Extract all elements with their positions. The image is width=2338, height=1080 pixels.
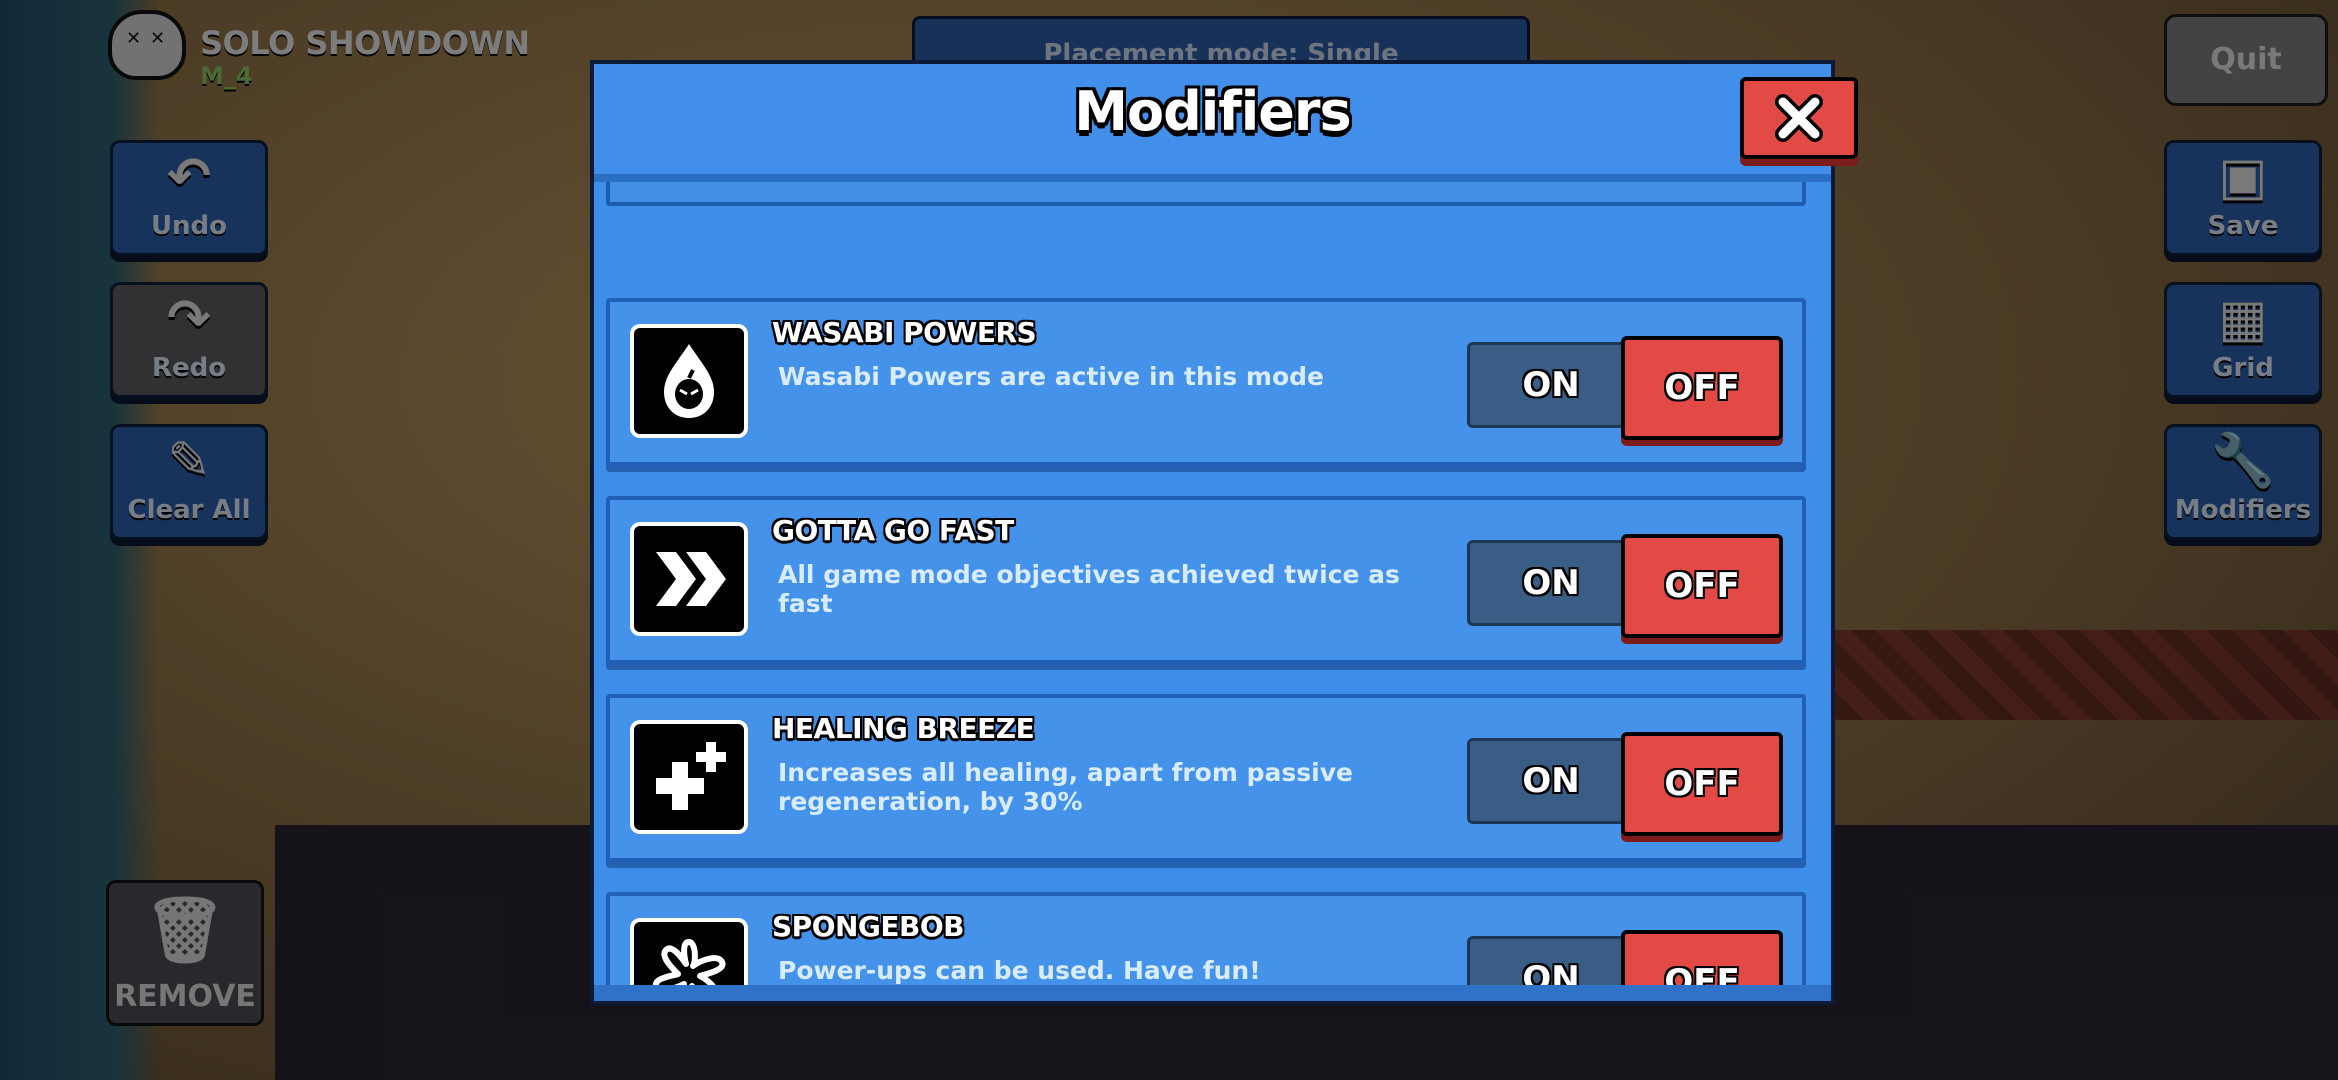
off-button[interactable]: OFF xyxy=(1621,336,1783,440)
dialog-title: Modifiers xyxy=(1074,80,1351,143)
modifier-toggle: ON OFF xyxy=(1467,336,1783,440)
on-button[interactable]: ON xyxy=(1467,540,1635,626)
modifier-name: WASABI POWERS xyxy=(772,316,1037,349)
modifier-list[interactable]: WASABI POWERS Wasabi Powers are active i… xyxy=(606,182,1819,987)
modifiers-dialog: Modifiers WASABI POWERS Wasabi Powers ar… xyxy=(590,60,1858,1005)
on-button[interactable]: ON xyxy=(1467,342,1635,428)
close-icon xyxy=(1775,94,1823,142)
wasabi-icon xyxy=(630,324,748,438)
modifier-row-healing-breeze: HEALING BREEZE Increases all healing, ap… xyxy=(606,694,1806,862)
fast-forward-icon xyxy=(630,522,748,636)
modifier-description: Power-ups can be used. Have fun! xyxy=(778,956,1261,985)
modifier-row-spongebob: SPONGEBOB Power-ups can be used. Have fu… xyxy=(606,892,1806,987)
modifier-toggle: ON OFF xyxy=(1467,534,1783,638)
off-button[interactable]: OFF xyxy=(1621,732,1783,836)
heal-plus-icon xyxy=(630,720,748,834)
modifier-description: Increases all healing, apart from passiv… xyxy=(778,758,1353,816)
flower-icon xyxy=(630,918,748,987)
close-button[interactable] xyxy=(1740,77,1858,159)
modifier-description: Wasabi Powers are active in this mode xyxy=(778,362,1325,391)
dialog-header: Modifiers xyxy=(594,64,1858,182)
off-button[interactable]: OFF xyxy=(1621,534,1783,638)
off-button[interactable]: OFF xyxy=(1621,930,1783,987)
modifier-row-wasabi-powers: WASABI POWERS Wasabi Powers are active i… xyxy=(606,298,1806,466)
modifier-toggle: ON OFF xyxy=(1467,732,1783,836)
modifier-name: HEALING BREEZE xyxy=(772,712,1035,745)
on-button[interactable]: ON xyxy=(1467,738,1635,824)
list-item-partial xyxy=(606,182,1806,206)
dialog-footer-bar xyxy=(594,985,1831,1001)
modifier-row-gotta-go-fast: GOTTA GO FAST All game mode objectives a… xyxy=(606,496,1806,664)
modifier-name: SPONGEBOB xyxy=(772,910,965,943)
on-button[interactable]: ON xyxy=(1467,936,1635,987)
modifier-name: GOTTA GO FAST xyxy=(772,514,1014,547)
modifier-toggle: ON OFF xyxy=(1467,930,1783,987)
modifier-description: All game mode objectives achieved twice … xyxy=(778,560,1400,618)
